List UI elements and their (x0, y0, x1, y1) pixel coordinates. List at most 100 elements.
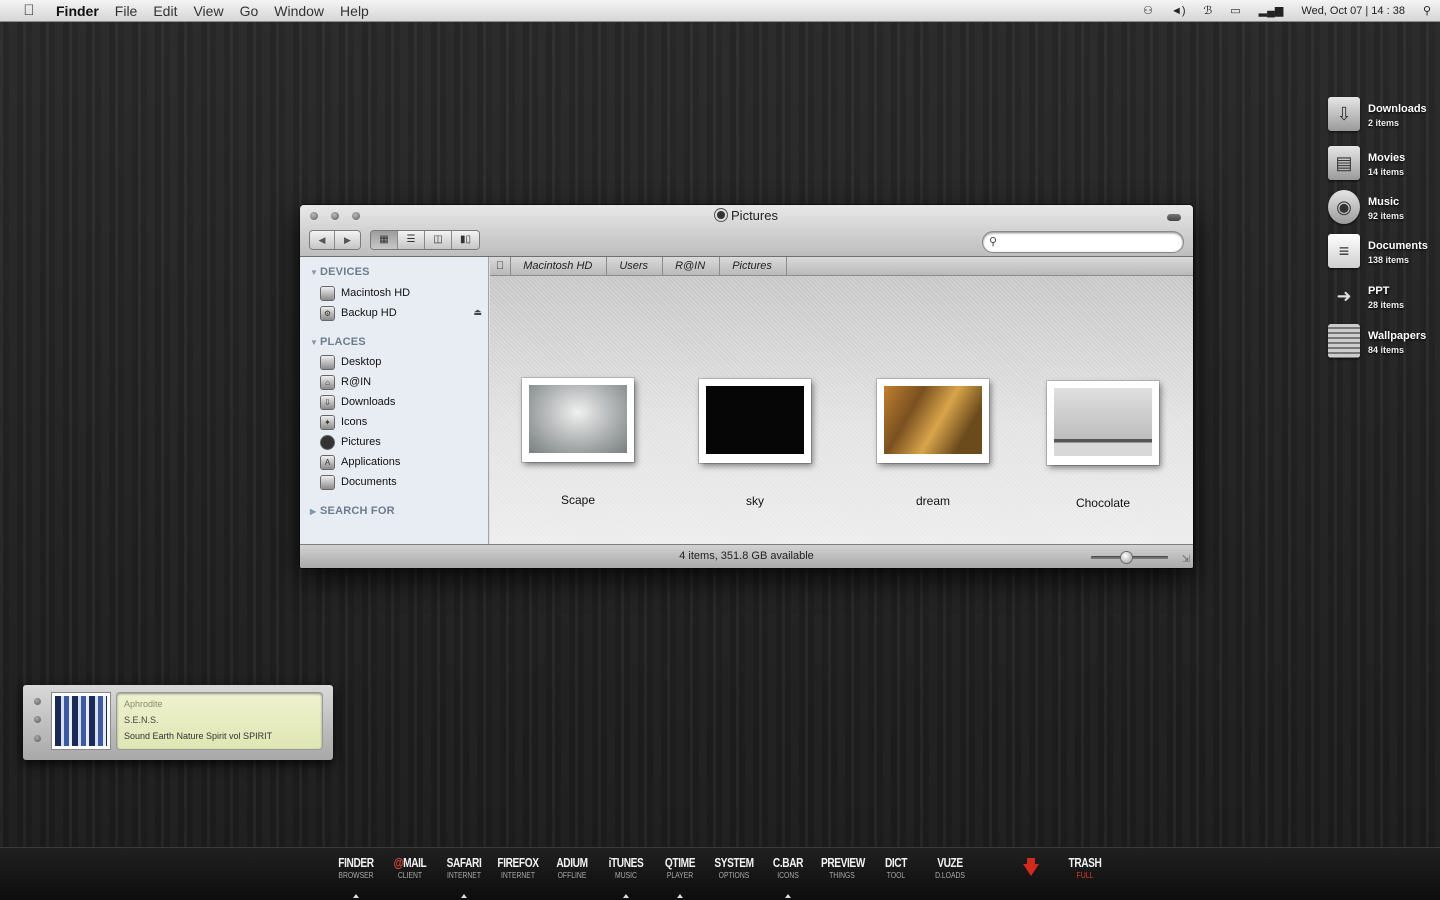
menu-edit[interactable]: Edit (145, 0, 185, 22)
dock-item-itunes[interactable]: iTUNES MUSIC (599, 855, 653, 898)
file-item-scape[interactable]: Scape (522, 378, 642, 507)
widget-control-button[interactable] (34, 698, 41, 705)
dock-item-quicktime[interactable]: QTIME PLAYER (653, 855, 707, 898)
sidebar-item-icons[interactable]: ✦ Icons (321, 413, 367, 431)
dock-item-adium[interactable]: ADIUM OFFLINE (545, 855, 599, 880)
resize-grip-icon[interactable]: ⇲ (1182, 554, 1190, 565)
external-drive-icon: ⚙ (321, 306, 334, 320)
sidebar-item-label: Icons (341, 416, 368, 428)
path-crumb[interactable]: Macintosh HD (511, 257, 608, 276)
now-playing-display: Aphrodite S.E.N.S. Sound Earth Nature Sp… (117, 693, 322, 749)
icon-size-slider[interactable] (1091, 552, 1168, 563)
disclosure-triangle-icon[interactable]: ▼ (310, 338, 320, 347)
path-root-apple-icon[interactable]:  (490, 257, 512, 276)
path-crumb[interactable]: Pictures (720, 257, 787, 276)
forward-button[interactable]: ▶ (335, 231, 360, 249)
icon-view-button[interactable]: ▦ (371, 231, 398, 249)
dock-item-dictionary[interactable]: DICT TOOL (869, 855, 923, 880)
sidebar-item-documents[interactable]: Documents (321, 473, 397, 491)
path-crumb[interactable]: R@IN (663, 257, 721, 276)
dock: FINDER BROWSER @MAIL CLIENT SAFARI INTER… (0, 847, 1440, 900)
sidebar-item-desktop[interactable]: Desktop (321, 353, 381, 371)
stack-name: Music (1368, 196, 1400, 208)
bluetooth-icon[interactable]: ℬ (1195, 0, 1222, 22)
menubar-clock[interactable]: Wed, Oct 07 | 14 : 38 (1292, 5, 1414, 17)
menu-view[interactable]: View (185, 0, 231, 22)
sidebar-item-macintosh-hd[interactable]: Macintosh HD (321, 284, 410, 302)
stack-ppt[interactable]: ➜ PPT 28 items (1328, 279, 1438, 319)
list-view-button[interactable]: ☰ (398, 231, 425, 249)
eject-icon[interactable]: ⏏ (473, 307, 482, 318)
sidebar-section-places[interactable]: ▼ PLACES (310, 336, 366, 348)
dock-item-safari[interactable]: SAFARI INTERNET (437, 855, 491, 898)
dock-item-trash[interactable]: TRASH FULL (1058, 855, 1112, 880)
menu-window[interactable]: Window (266, 0, 332, 22)
sidebar-item-downloads[interactable]: ⇩ Downloads (321, 393, 395, 411)
dock-item-subtitle: ICONS (777, 871, 799, 880)
widget-control-button[interactable] (34, 716, 41, 723)
file-item-dream[interactable]: dream (877, 379, 997, 508)
icon-view-area[interactable]: Scape sky dream Chocolate (490, 276, 1193, 544)
toolbar-toggle-button[interactable] (1167, 214, 1181, 221)
album-art[interactable] (52, 693, 110, 749)
stack-count: 92 items (1368, 211, 1405, 221)
coverflow-view-button[interactable]: ▮▯ (452, 231, 479, 249)
gamepad-icon[interactable]: ⚇ (1134, 0, 1162, 22)
path-crumb[interactable]: Users (607, 257, 664, 276)
stack-music[interactable]: ◉ Music 92 items (1328, 190, 1438, 230)
file-label: dream (915, 494, 950, 508)
sidebar-item-applications[interactable]: A Applications (321, 453, 400, 471)
menu-bar:  Finder File Edit View Go Window Help ⚇… (0, 0, 1440, 22)
menu-app-finder[interactable]: Finder (48, 0, 107, 22)
sidebar-item-backup-hd[interactable]: ⚙ Backup HD (321, 304, 397, 322)
battery-icon[interactable]: ▭ (1221, 0, 1249, 22)
downloads-arrow-icon[interactable] (1023, 858, 1039, 876)
stack-movies[interactable]: ▤ Movies 14 items (1328, 146, 1438, 186)
window-title: Pictures (300, 208, 1193, 223)
menu-go[interactable]: Go (232, 0, 267, 22)
status-text: 4 items, 351.8 GB available (679, 550, 814, 562)
dock-item-cbar[interactable]: C.BAR ICONS (761, 855, 815, 898)
menu-file[interactable]: File (107, 0, 146, 22)
sidebar-item-home[interactable]: ⌂ R@IN (321, 373, 371, 391)
dock-item-name: C.BAR (772, 855, 804, 870)
column-view-button[interactable]: ◫ (425, 231, 452, 249)
stack-downloads[interactable]: ⇩ Downloads 2 items (1328, 97, 1438, 137)
sidebar-section-devices[interactable]: ▼ DEVICES (310, 266, 370, 278)
track-album: Sound Earth Nature Spirit vol SPIRIT (124, 731, 273, 741)
file-item-chocolate[interactable]: Chocolate (1047, 381, 1167, 510)
dock-item-mail[interactable]: @MAIL CLIENT (383, 855, 437, 880)
image-thumbnail (1047, 381, 1159, 465)
stack-documents[interactable]: ≡ Documents 138 items (1328, 234, 1438, 274)
dock-item-preview[interactable]: PREVIEW THINGS (815, 855, 869, 880)
desktop-folder-icon (321, 355, 334, 369)
back-button[interactable]: ◀ (310, 231, 335, 249)
disclosure-triangle-icon[interactable]: ▶ (310, 507, 320, 516)
dock-item-system-preferences[interactable]: SYSTEM OPTIONS (707, 855, 761, 880)
dock-item-finder[interactable]: FINDER BROWSER (329, 855, 383, 898)
dock-item-vuze[interactable]: VUZE D.LOADS (923, 855, 977, 880)
stack-wallpapers[interactable]: Wallpapers 84 items (1328, 324, 1438, 364)
spotlight-search-icon[interactable]: ⚲ (1414, 0, 1440, 22)
dock-item-name: FIREFOX (497, 855, 539, 870)
dock-item-subtitle: MUSIC (615, 871, 637, 880)
disclosure-triangle-icon[interactable]: ▼ (310, 268, 320, 277)
dock-item-subtitle: PLAYER (666, 871, 694, 880)
music-icon: ◉ (1328, 190, 1360, 224)
menu-help[interactable]: Help (332, 0, 377, 22)
widget-control-button[interactable] (34, 735, 41, 742)
file-item-sky[interactable]: sky (699, 379, 819, 508)
wifi-signal-icon[interactable]: ▂▄▆ (1250, 0, 1293, 22)
section-label: PLACES (320, 336, 366, 348)
window-titlebar[interactable]: Pictures ◀ ▶ ▦ ☰ ◫ ▮▯ ⚲ (300, 205, 1193, 257)
search-input[interactable] (1003, 234, 1173, 250)
back-forward-group: ◀ ▶ (310, 231, 360, 249)
dock-item-firefox[interactable]: FIREFOX INTERNET (491, 855, 545, 880)
volume-icon[interactable]: ◄) (1162, 0, 1195, 22)
dock-item-name: TRASH (1068, 855, 1102, 870)
search-field[interactable]: ⚲ (983, 232, 1183, 252)
sidebar-item-pictures[interactable]: Pictures (321, 433, 381, 451)
slider-knob[interactable] (1120, 552, 1132, 563)
apple-menu-icon[interactable]:  (18, 2, 40, 19)
sidebar-section-search-for[interactable]: ▶ SEARCH FOR (310, 505, 395, 517)
